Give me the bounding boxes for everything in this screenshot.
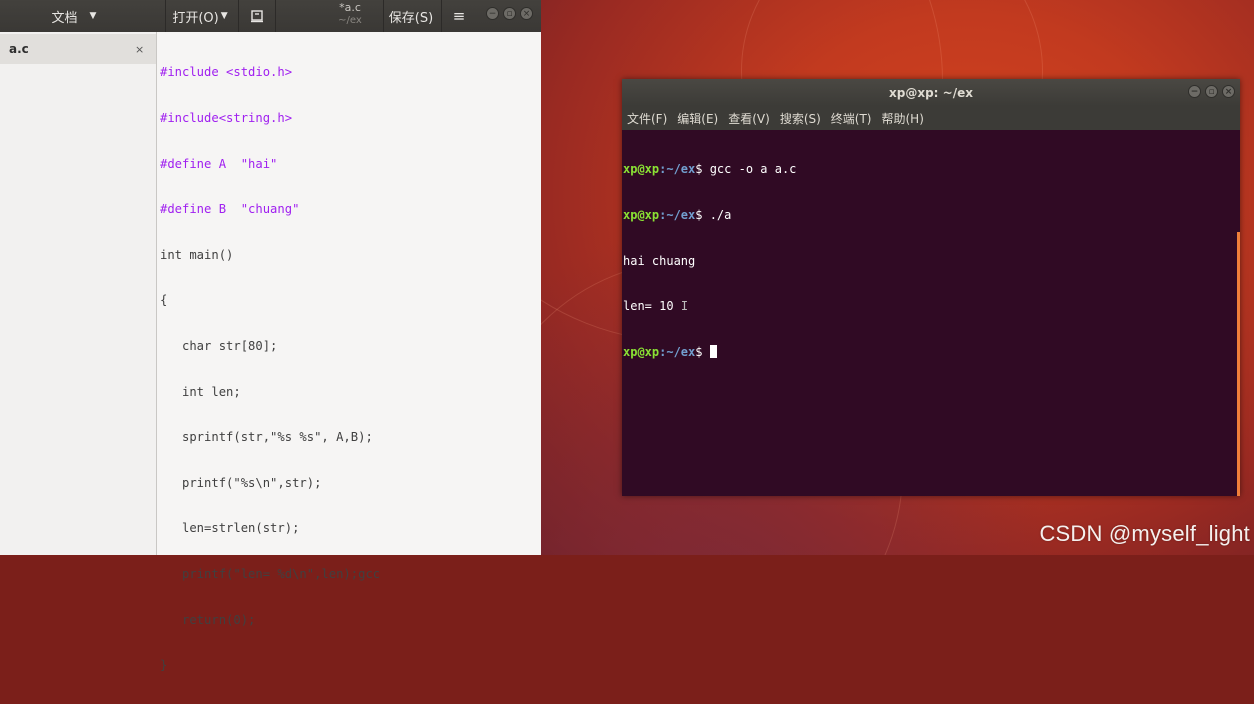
terminal-line: hai chuang	[623, 253, 696, 268]
code-line: return(0);	[160, 612, 256, 627]
minimize-icon[interactable]: −	[1188, 85, 1201, 98]
terminal-window: xp@xp: ~/ex − ▫ × 文件(F) 编辑(E) 查看(V) 搜索(S…	[622, 79, 1240, 496]
maximize-icon[interactable]: ▫	[1205, 85, 1218, 98]
close-icon[interactable]: ×	[1222, 85, 1235, 98]
document-sidebar: a.c ×	[0, 32, 157, 555]
watermark: CSDN @myself_light	[1039, 521, 1250, 546]
code-line: #define B "chuang"	[160, 202, 300, 217]
open-button-label: 打开(O)	[172, 10, 219, 26]
dropdown-arrow-icon: ▼	[220, 11, 228, 21]
open-button[interactable]: 打开(O) ▼	[166, 0, 234, 32]
code-line: int main()	[160, 247, 234, 262]
menu-view[interactable]: 查看(V)	[728, 110, 770, 127]
new-document-icon	[251, 10, 263, 23]
file-path: ~/ex	[338, 15, 362, 26]
documents-button[interactable]: 文档 ▼	[40, 0, 108, 32]
code-line: #include<string.h>	[160, 111, 293, 125]
code-line: char str[80];	[160, 338, 278, 353]
sidebar-item-a-c[interactable]: a.c ×	[0, 34, 156, 64]
save-button-label: 保存(S)	[388, 10, 434, 26]
gedit-headerbar: 文档 ▼ 打开(O) ▼ *a.c ~/ex 保存(S) ≡ − ▫ ×	[0, 0, 541, 32]
text-cursor-icon: I	[680, 299, 689, 314]
dropdown-arrow-icon: ▼	[89, 11, 97, 21]
menu-button[interactable]: ≡	[444, 0, 474, 32]
menu-edit[interactable]: 编辑(E)	[677, 110, 718, 127]
close-icon[interactable]: ×	[520, 7, 533, 20]
maximize-icon[interactable]: ▫	[503, 7, 516, 20]
terminal-title: xp@xp: ~/ex	[889, 85, 973, 100]
terminal-menubar: 文件(F) 编辑(E) 查看(V) 搜索(S) 终端(T) 帮助(H)	[622, 106, 1240, 130]
terminal-scrollbar[interactable]	[1237, 232, 1240, 496]
hamburger-menu-icon: ≡	[452, 7, 466, 25]
menu-search[interactable]: 搜索(S)	[780, 110, 821, 127]
sidebar-item-label: a.c	[9, 42, 29, 56]
code-line: int len;	[160, 384, 241, 399]
menu-file[interactable]: 文件(F)	[627, 110, 667, 127]
code-line: #define A "hai"	[160, 156, 278, 171]
code-line: len=strlen(str);	[160, 521, 300, 536]
file-title: *a.c	[339, 1, 361, 14]
code-line: sprintf(str,"%s %s", A,B);	[160, 430, 373, 445]
minimize-icon[interactable]: −	[486, 7, 499, 20]
menu-help[interactable]: 帮助(H)	[882, 110, 924, 127]
close-tab-icon[interactable]: ×	[135, 43, 144, 56]
terminal-line: xp@xp:~/ex$ gcc -o a a.c	[623, 162, 797, 177]
code-line: {	[160, 293, 168, 308]
code-line: printf("len= %d\n",len);gcc	[160, 566, 381, 581]
new-tab-button[interactable]	[239, 0, 275, 32]
window-title-block: *a.c ~/ex	[320, 1, 380, 27]
terminal-line: xp@xp:~/ex$	[623, 344, 1233, 360]
documents-button-label: 文档	[51, 10, 78, 26]
save-button[interactable]: 保存(S)	[384, 0, 438, 32]
code-line: printf("%s\n",str);	[160, 475, 322, 490]
terminal-cursor	[709, 344, 717, 358]
terminal-output[interactable]: xp@xp:~/ex$ gcc -o a a.c xp@xp:~/ex$ ./a…	[623, 132, 1233, 494]
terminal-titlebar[interactable]: xp@xp: ~/ex − ▫ ×	[622, 79, 1240, 106]
gedit-window: 文档 ▼ 打开(O) ▼ *a.c ~/ex 保存(S) ≡ − ▫ × a.c…	[0, 0, 541, 672]
code-line: }	[160, 658, 168, 673]
terminal-line: xp@xp:~/ex$ ./a	[623, 208, 732, 223]
terminal-line: len= 10 I	[623, 299, 689, 314]
code-editor[interactable]: #include <stdio.h> #include<string.h> #d…	[157, 32, 541, 672]
menu-terminal[interactable]: 终端(T)	[831, 110, 872, 127]
code-line: #include <stdio.h>	[160, 65, 293, 80]
